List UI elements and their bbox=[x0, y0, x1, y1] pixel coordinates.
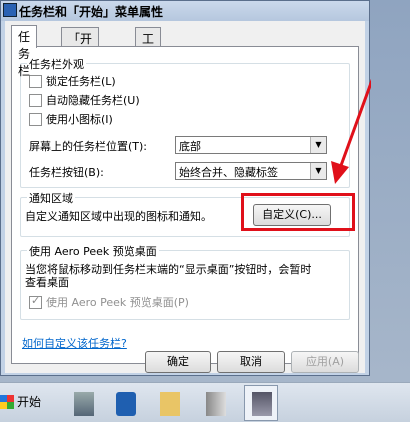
taskbar-properties-window[interactable] bbox=[244, 385, 278, 421]
taskbar-explorer[interactable] bbox=[152, 385, 186, 421]
server-icon bbox=[74, 392, 94, 416]
folder-icon bbox=[160, 392, 180, 416]
taskbar-powershell[interactable] bbox=[108, 385, 142, 421]
annotation-arrow-icon bbox=[331, 78, 371, 184]
start-label: 开始 bbox=[17, 395, 42, 409]
tab-taskbar[interactable]: 任务栏 bbox=[11, 25, 38, 78]
powershell-icon bbox=[116, 392, 136, 416]
window-app-icon bbox=[252, 392, 272, 416]
taskbar-server-manager[interactable] bbox=[66, 385, 100, 421]
os-taskbar: 开始 bbox=[0, 382, 410, 422]
windows-logo-icon bbox=[0, 394, 14, 409]
properties-dialog: 任务栏和「开始」菜单属性 任务栏 「开始」菜单 工具栏 任务栏外观 锁定任务栏(… bbox=[0, 0, 371, 376]
tools-icon bbox=[206, 392, 226, 416]
start-button[interactable]: 开始 bbox=[0, 393, 41, 410]
taskbar-admin-tools[interactable] bbox=[198, 385, 232, 421]
